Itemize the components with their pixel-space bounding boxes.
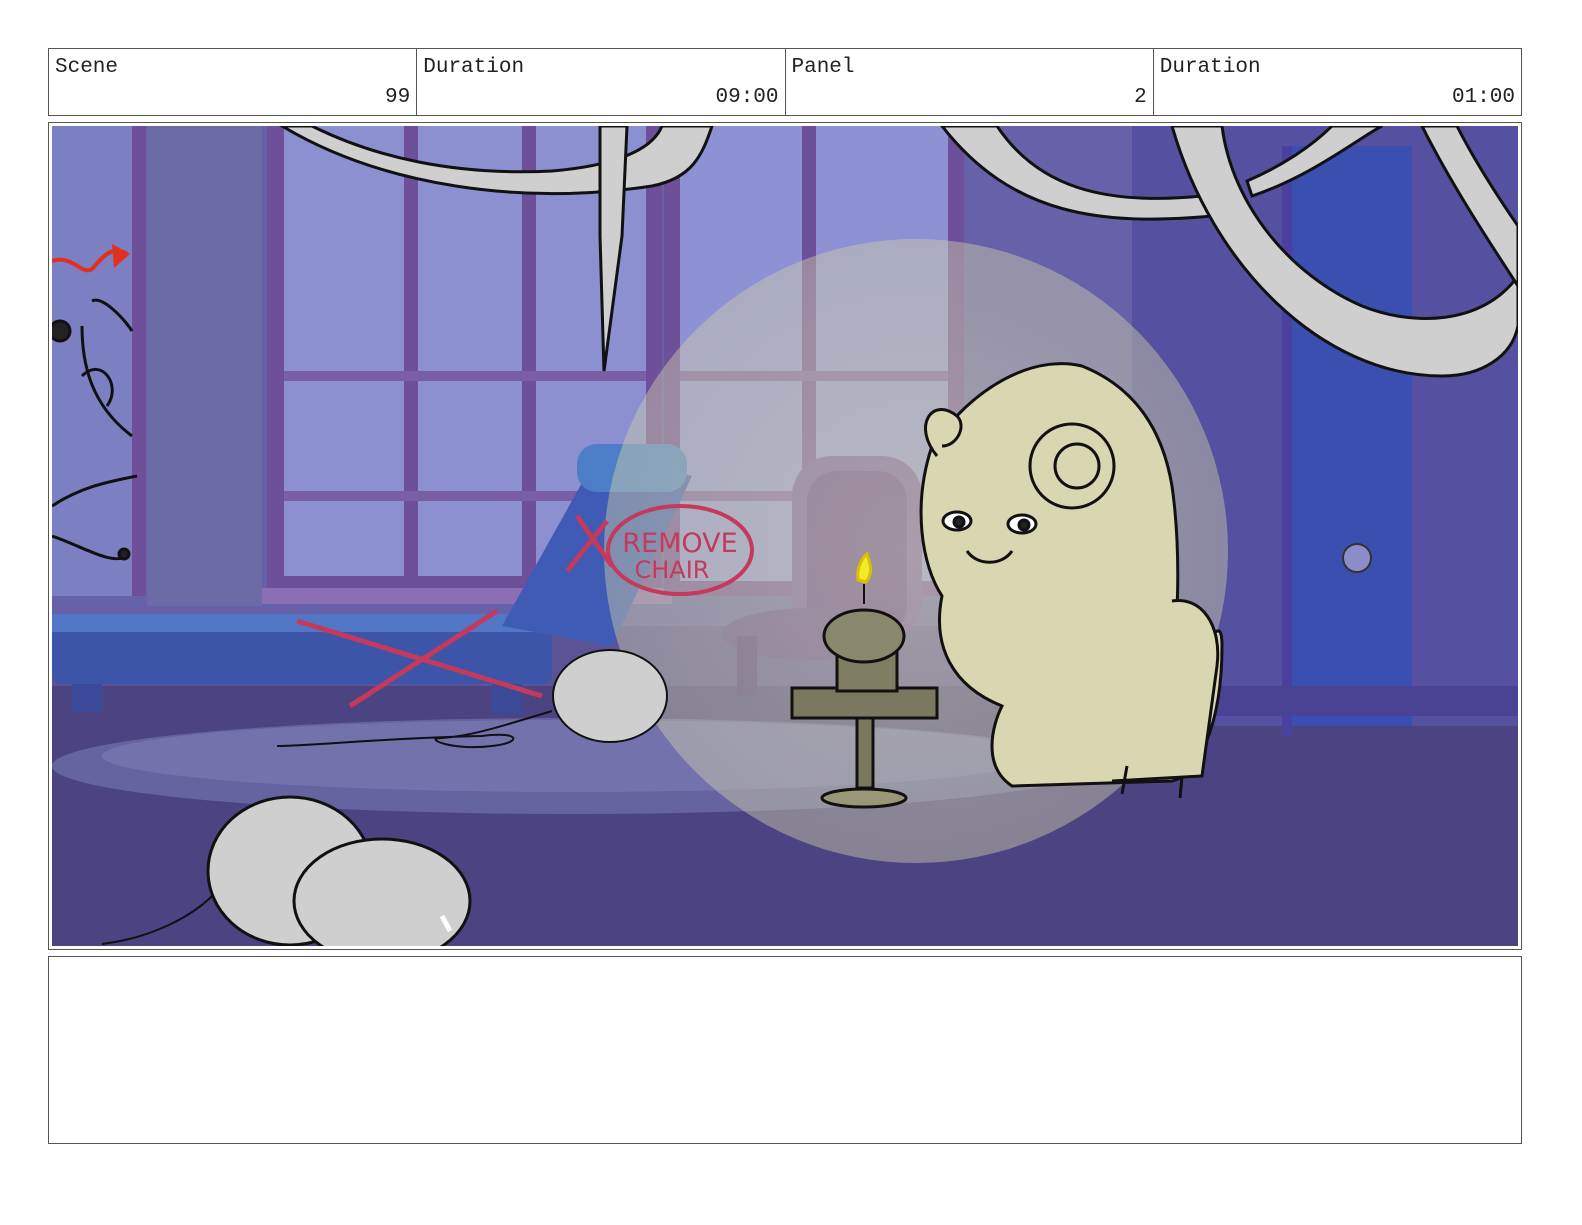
balloon-right [292, 837, 472, 946]
door-frame [1282, 146, 1292, 736]
scene-duration-cell: Duration 09:00 [417, 49, 786, 115]
panel-number: 2 [1134, 86, 1147, 109]
panel-duration-label: Duration [1159, 56, 1261, 79]
panel-duration-cell: Duration 01:00 [1154, 49, 1521, 115]
annotation-remove: REMOVE [622, 528, 737, 559]
scene-duration-label: Duration [423, 56, 525, 79]
scene-number: 99 [385, 86, 411, 109]
left-edge-window [52, 126, 142, 596]
panel-image: REMOVE CHAIR [52, 126, 1518, 946]
panel-duration-value: 01:00 [1451, 86, 1515, 109]
door-knob [1342, 543, 1372, 573]
panel-notes [48, 956, 1522, 1144]
edge-window-frame [132, 126, 146, 596]
door [1292, 146, 1412, 726]
panel-cell: Panel 2 [786, 49, 1154, 115]
panel-label: Panel [791, 56, 855, 79]
scene-cell: Scene 99 [49, 49, 418, 115]
panel-header: Scene 99 Duration 09:00 Panel 2 Duration… [48, 48, 1522, 116]
left-pillar [147, 126, 262, 606]
annotation-chair: CHAIR [635, 556, 710, 584]
scene-label: Scene [55, 56, 119, 79]
scene-duration-value: 09:00 [715, 86, 779, 109]
